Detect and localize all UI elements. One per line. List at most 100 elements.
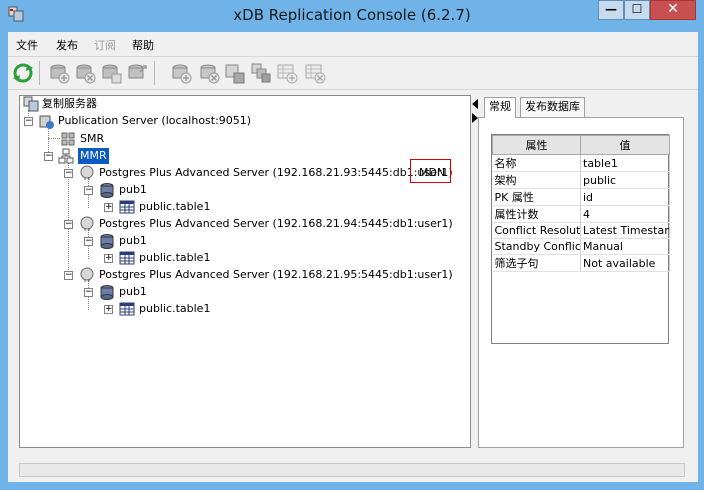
tree-node-publication-server[interactable]: − Publication Server (localhost:9051) [20, 113, 280, 129]
sync-icon[interactable] [250, 62, 272, 84]
properties-panel: 常规 发布数据库 属性 值 名称 table1 架构 public PK 属性 … [478, 95, 684, 448]
menu-file[interactable]: 文件 [16, 37, 38, 53]
tree-label-table-94: public.table1 [139, 251, 211, 264]
tree-label-pub1-95: pub1 [119, 285, 147, 298]
maximize-icon: ☐ [631, 2, 643, 16]
toolbar-separator [39, 61, 40, 85]
toolbar [8, 56, 698, 90]
property-value: table1 [580, 154, 670, 172]
add-subscription-icon[interactable] [276, 62, 298, 84]
collapse-icon[interactable]: − [44, 152, 53, 161]
table-row[interactable]: 属性计数 4 [492, 205, 670, 223]
expand-icon[interactable]: + [104, 254, 113, 263]
smr-icon [61, 132, 75, 146]
table-row[interactable]: 筛选子句 Not available [492, 254, 670, 272]
tree-label-smr: SMR [80, 132, 105, 145]
tab-general[interactable]: 常规 [484, 97, 516, 118]
tree-node-mmr[interactable]: − MMR [20, 148, 140, 164]
collapse-icon[interactable]: − [64, 169, 73, 178]
column-header-property[interactable]: 属性 [492, 135, 581, 155]
tree-node-pub1-95[interactable]: − pub1 [20, 284, 147, 300]
menu-help[interactable]: 帮助 [132, 37, 154, 53]
maximize-button[interactable]: ☐ [624, 0, 650, 20]
tree-node-pg-server-93[interactable]: − Postgres Plus Advanced Server (192.168… [20, 165, 460, 181]
update-publication-icon[interactable] [100, 62, 122, 84]
add-subscription-server-icon[interactable] [170, 62, 192, 84]
property-value: public [580, 171, 670, 189]
property-value: 4 [580, 205, 670, 223]
property-name: Conflict Resolut... [492, 222, 581, 239]
table-icon [119, 251, 135, 265]
collapse-icon[interactable]: − [64, 271, 73, 280]
expand-icon[interactable]: + [104, 305, 113, 314]
remove-subscription-server-icon[interactable] [198, 62, 220, 84]
minimize-icon: — [605, 2, 617, 16]
tree-label-pub1-93: pub1 [119, 183, 147, 196]
properties-table: 属性 值 名称 table1 架构 public PK 属性 id 属性计数 4… [491, 134, 670, 344]
property-name: 架构 [492, 171, 581, 189]
property-value: Latest Timestamp [580, 222, 670, 239]
app-window: xDB Replication Console (6.2.7) — ☐ ✕ 文件… [0, 0, 704, 490]
tab-publication-database[interactable]: 发布数据库 [520, 97, 585, 117]
tree-label-pg-server-95: Postgres Plus Advanced Server (192.168.2… [99, 268, 453, 281]
collapse-icon[interactable]: − [24, 117, 33, 126]
collapse-icon[interactable]: − [84, 186, 93, 195]
tree-label-mmr: MMR [78, 148, 109, 164]
collapse-icon[interactable]: − [84, 288, 93, 297]
tree-node-root[interactable]: 复制服务器 [20, 96, 220, 112]
property-name: 属性计数 [492, 205, 581, 223]
tree-node-table-94[interactable]: + public.table1 [20, 250, 210, 266]
collapse-icon[interactable]: − [84, 237, 93, 246]
column-header-value[interactable]: 值 [580, 135, 670, 155]
tree-node-smr[interactable]: SMR [20, 131, 140, 147]
snapshot-icon[interactable] [126, 62, 148, 84]
schedule-icon[interactable] [224, 62, 246, 84]
table-row[interactable]: Conflict Resolut... Latest Timestamp [492, 222, 670, 239]
remove-publication-server-icon[interactable] [74, 62, 96, 84]
tree-label-table-93: public.table1 [139, 200, 211, 213]
property-name: PK 属性 [492, 188, 581, 206]
menu-subscription[interactable]: 订阅 [94, 37, 116, 53]
mdn-highlight-box [410, 159, 451, 183]
table-row[interactable]: 架构 public [492, 171, 670, 189]
property-value: id [580, 188, 670, 206]
tab-content: 属性 值 名称 table1 架构 public PK 属性 id 属性计数 4… [478, 117, 684, 448]
collapse-icon[interactable]: − [64, 220, 73, 229]
tree-node-pg-server-94[interactable]: − Postgres Plus Advanced Server (192.168… [20, 216, 460, 232]
mmr-icon [58, 148, 74, 164]
postgres-elephant-icon [80, 216, 94, 231]
postgres-elephant-icon [80, 267, 94, 282]
tree-node-table-93[interactable]: + public.table1 [20, 199, 210, 215]
tree-label-pub1-94: pub1 [119, 234, 147, 247]
property-name: 名称 [492, 154, 581, 172]
remove-subscription-icon[interactable] [304, 62, 326, 84]
tree-label-pg-server-94: Postgres Plus Advanced Server (192.168.2… [99, 217, 453, 230]
tree-node-pub1-93[interactable]: − pub1 [20, 182, 147, 198]
tree-node-pub1-94[interactable]: − pub1 [20, 233, 147, 249]
menu-publication[interactable]: 发布 [56, 37, 78, 53]
table-row[interactable]: PK 属性 id [492, 188, 670, 206]
tree-label-publication-server: Publication Server (localhost:9051) [58, 114, 252, 127]
minimize-button[interactable]: — [598, 0, 624, 20]
server-tree[interactable]: 复制服务器 − Publication Server (localhost:90… [19, 95, 471, 448]
expand-icon[interactable]: + [104, 203, 113, 212]
tree-node-pg-server-95[interactable]: − Postgres Plus Advanced Server (192.168… [20, 267, 460, 283]
add-publication-server-icon[interactable] [48, 62, 70, 84]
publication-db-icon [100, 183, 114, 198]
property-value: Manual [580, 238, 670, 255]
close-icon: ✕ [667, 1, 679, 17]
publication-db-icon [100, 285, 114, 300]
replication-server-icon [23, 96, 39, 112]
title-bar[interactable]: xDB Replication Console (6.2.7) — ☐ ✕ [0, 0, 704, 32]
refresh-icon[interactable] [12, 62, 34, 84]
property-value: Not available [580, 254, 670, 272]
table-row[interactable]: 名称 table1 [492, 154, 670, 172]
publication-server-icon [39, 115, 54, 129]
tree-node-table-95[interactable]: + public.table1 [20, 301, 210, 317]
status-bar [19, 463, 685, 477]
postgres-elephant-icon [80, 165, 94, 180]
tree-label-root: 复制服务器 [42, 97, 97, 110]
tree-label-table-95: public.table1 [139, 302, 211, 315]
close-button[interactable]: ✕ [650, 0, 696, 20]
table-row[interactable]: Standby Conflic... Manual [492, 238, 670, 255]
